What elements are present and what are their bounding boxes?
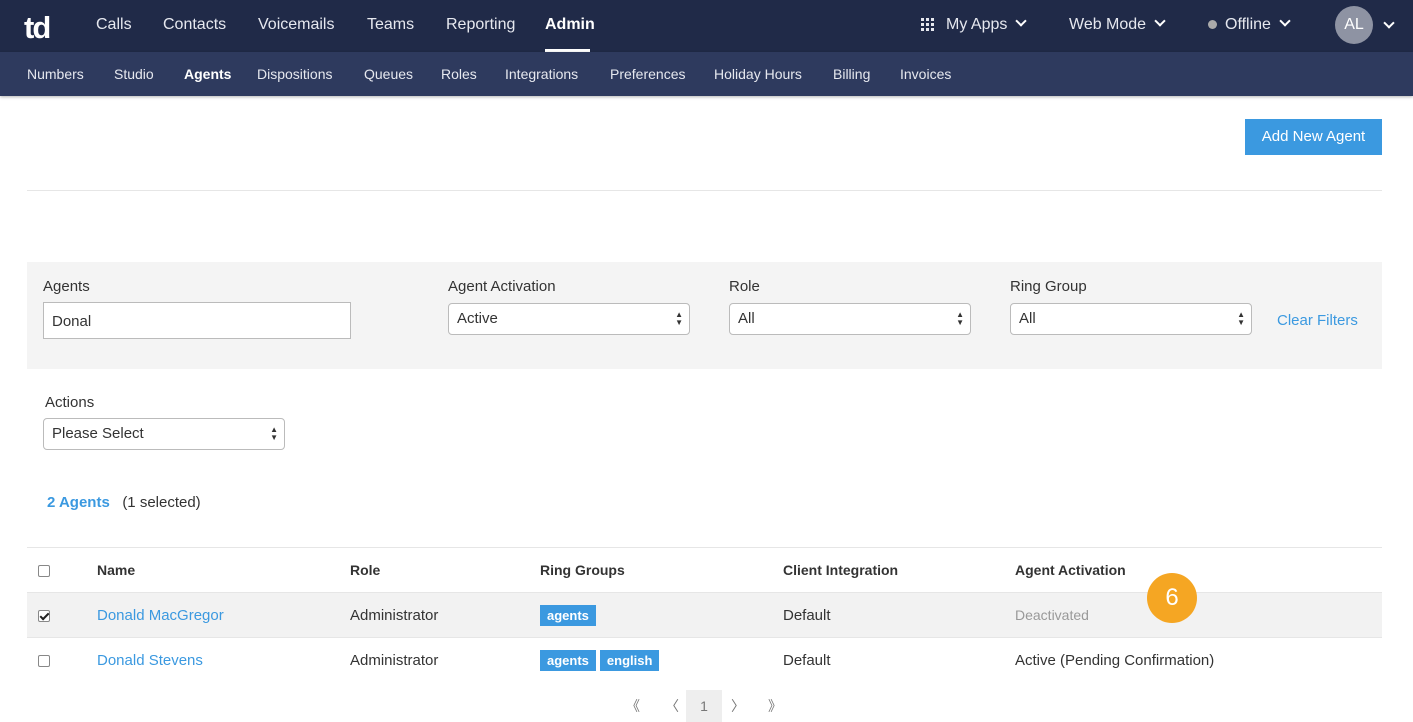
select-arrows-icon: ▲ ▼ xyxy=(270,425,278,442)
agent-role: Administrator xyxy=(350,637,540,683)
chevron-down-icon xyxy=(1015,15,1028,27)
role-filter-label: Role xyxy=(729,278,760,295)
ring-groups-cell: agents english xyxy=(540,637,783,683)
table-row[interactable]: Donald Stevens Administrator agents engli… xyxy=(27,637,1382,683)
web-mode-label: Web Mode xyxy=(1069,16,1147,33)
header-role[interactable]: Role xyxy=(350,547,540,593)
subnav-holiday-hours[interactable]: Holiday Hours xyxy=(714,66,802,82)
my-apps-menu[interactable]: My Apps xyxy=(946,15,1028,34)
select-arrows-icon: ▲ ▼ xyxy=(956,310,964,327)
ring-group-select-value: All xyxy=(1019,310,1036,327)
header-name[interactable]: Name xyxy=(97,547,350,593)
agent-activation-cell: Deactivated xyxy=(1015,592,1382,638)
subnav-dispositions[interactable]: Dispositions xyxy=(257,66,332,82)
app-logo[interactable]: td xyxy=(24,10,51,46)
status-label: Offline xyxy=(1225,16,1271,33)
subnav-invoices[interactable]: Invoices xyxy=(900,66,951,82)
nav-admin[interactable]: Admin xyxy=(545,16,595,34)
user-menu-chevron-icon[interactable] xyxy=(1383,17,1395,29)
select-all-checkbox[interactable] xyxy=(38,565,50,578)
actions-label: Actions xyxy=(45,394,95,411)
agent-role: Administrator xyxy=(350,592,540,638)
nav-voicemails[interactable]: Voicemails xyxy=(258,16,334,34)
activation-status: Active (Pending Confirmation) xyxy=(1015,637,1382,683)
agent-name-link[interactable]: Donald Stevens xyxy=(97,637,350,683)
actions-select-value: Please Select xyxy=(52,425,144,442)
role-select-value: All xyxy=(738,310,755,327)
row-select-cell xyxy=(27,637,97,683)
web-mode-menu[interactable]: Web Mode xyxy=(1069,15,1166,34)
divider xyxy=(27,190,1382,191)
admin-subnav: Numbers Studio Agents Dispositions Queue… xyxy=(0,52,1413,96)
chevron-down-icon xyxy=(1279,15,1291,27)
select-arrows-icon: ▲ ▼ xyxy=(675,310,683,327)
subnav-preferences[interactable]: Preferences xyxy=(610,66,685,82)
nav-contacts[interactable]: Contacts xyxy=(163,16,226,34)
chevron-down-icon xyxy=(1154,15,1166,27)
step-number-badge: 6 xyxy=(1147,573,1197,623)
subnav-billing[interactable]: Billing xyxy=(833,66,870,82)
agent-count[interactable]: 2 Agents xyxy=(47,494,110,511)
ring-group-select[interactable]: All ▲ ▼ xyxy=(1010,303,1252,335)
actions-select[interactable]: Please Select ▲ ▼ xyxy=(43,418,285,450)
client-integration: Default xyxy=(783,637,1015,683)
my-apps-label: My Apps xyxy=(946,16,1008,33)
client-integration: Default xyxy=(783,592,1015,638)
ring-group-tag: agents xyxy=(540,604,596,626)
header-ring-groups[interactable]: Ring Groups xyxy=(540,547,783,593)
subnav-numbers[interactable]: Numbers xyxy=(27,66,84,82)
next-page-button[interactable]: 〉 xyxy=(727,690,749,722)
last-page-button[interactable]: 》 xyxy=(764,690,786,722)
header-select-all xyxy=(27,547,97,593)
add-new-agent-button[interactable]: Add New Agent xyxy=(1245,119,1382,155)
clear-filters-link[interactable]: Clear Filters xyxy=(1277,312,1358,329)
ring-group-tag: agents xyxy=(540,649,596,671)
header-client-integration[interactable]: Client Integration xyxy=(783,547,1015,593)
agent-name-link[interactable]: Donald MacGregor xyxy=(97,592,350,638)
select-arrows-icon: ▲ ▼ xyxy=(1237,310,1245,327)
subnav-studio[interactable]: Studio xyxy=(114,66,154,82)
subnav-agents[interactable]: Agents xyxy=(184,66,231,82)
first-page-button[interactable]: 《 xyxy=(622,690,644,722)
activation-select[interactable]: Active ▲ ▼ xyxy=(448,303,690,335)
current-page[interactable]: 1 xyxy=(686,690,722,722)
header-agent-activation[interactable]: Agent Activation xyxy=(1015,547,1382,593)
activation-select-value: Active xyxy=(457,310,498,327)
subnav-integrations[interactable]: Integrations xyxy=(505,66,578,82)
agents-search-input[interactable]: Donal xyxy=(43,302,351,339)
ring-groups-cell: agents xyxy=(540,592,783,638)
agent-count-summary: 2 Agents (1 selected) xyxy=(47,494,201,511)
prev-page-button[interactable]: 〈 xyxy=(661,690,683,722)
row-select-cell xyxy=(27,592,97,638)
subnav-roles[interactable]: Roles xyxy=(441,66,477,82)
activation-filter-label: Agent Activation xyxy=(448,278,556,295)
status-menu[interactable]: Offline xyxy=(1225,15,1291,34)
nav-reporting[interactable]: Reporting xyxy=(446,16,515,34)
activation-status: Deactivated xyxy=(1015,606,1089,623)
nav-calls[interactable]: Calls xyxy=(96,16,132,34)
status-dot-icon xyxy=(1208,20,1217,29)
ring-group-filter-label: Ring Group xyxy=(1010,278,1087,295)
ring-group-tag: english xyxy=(599,649,660,671)
agents-filter-label: Agents xyxy=(43,278,90,295)
apps-grid-icon xyxy=(921,18,935,32)
selected-count: (1 selected) xyxy=(122,494,201,511)
top-navbar: td Calls Contacts Voicemails Teams Repor… xyxy=(0,0,1413,52)
user-avatar[interactable]: AL xyxy=(1335,6,1373,44)
row-checkbox[interactable] xyxy=(38,609,50,622)
role-select[interactable]: All ▲ ▼ xyxy=(729,303,971,335)
nav-teams[interactable]: Teams xyxy=(367,16,414,34)
subnav-queues[interactable]: Queues xyxy=(364,66,413,82)
row-checkbox[interactable] xyxy=(38,654,50,667)
